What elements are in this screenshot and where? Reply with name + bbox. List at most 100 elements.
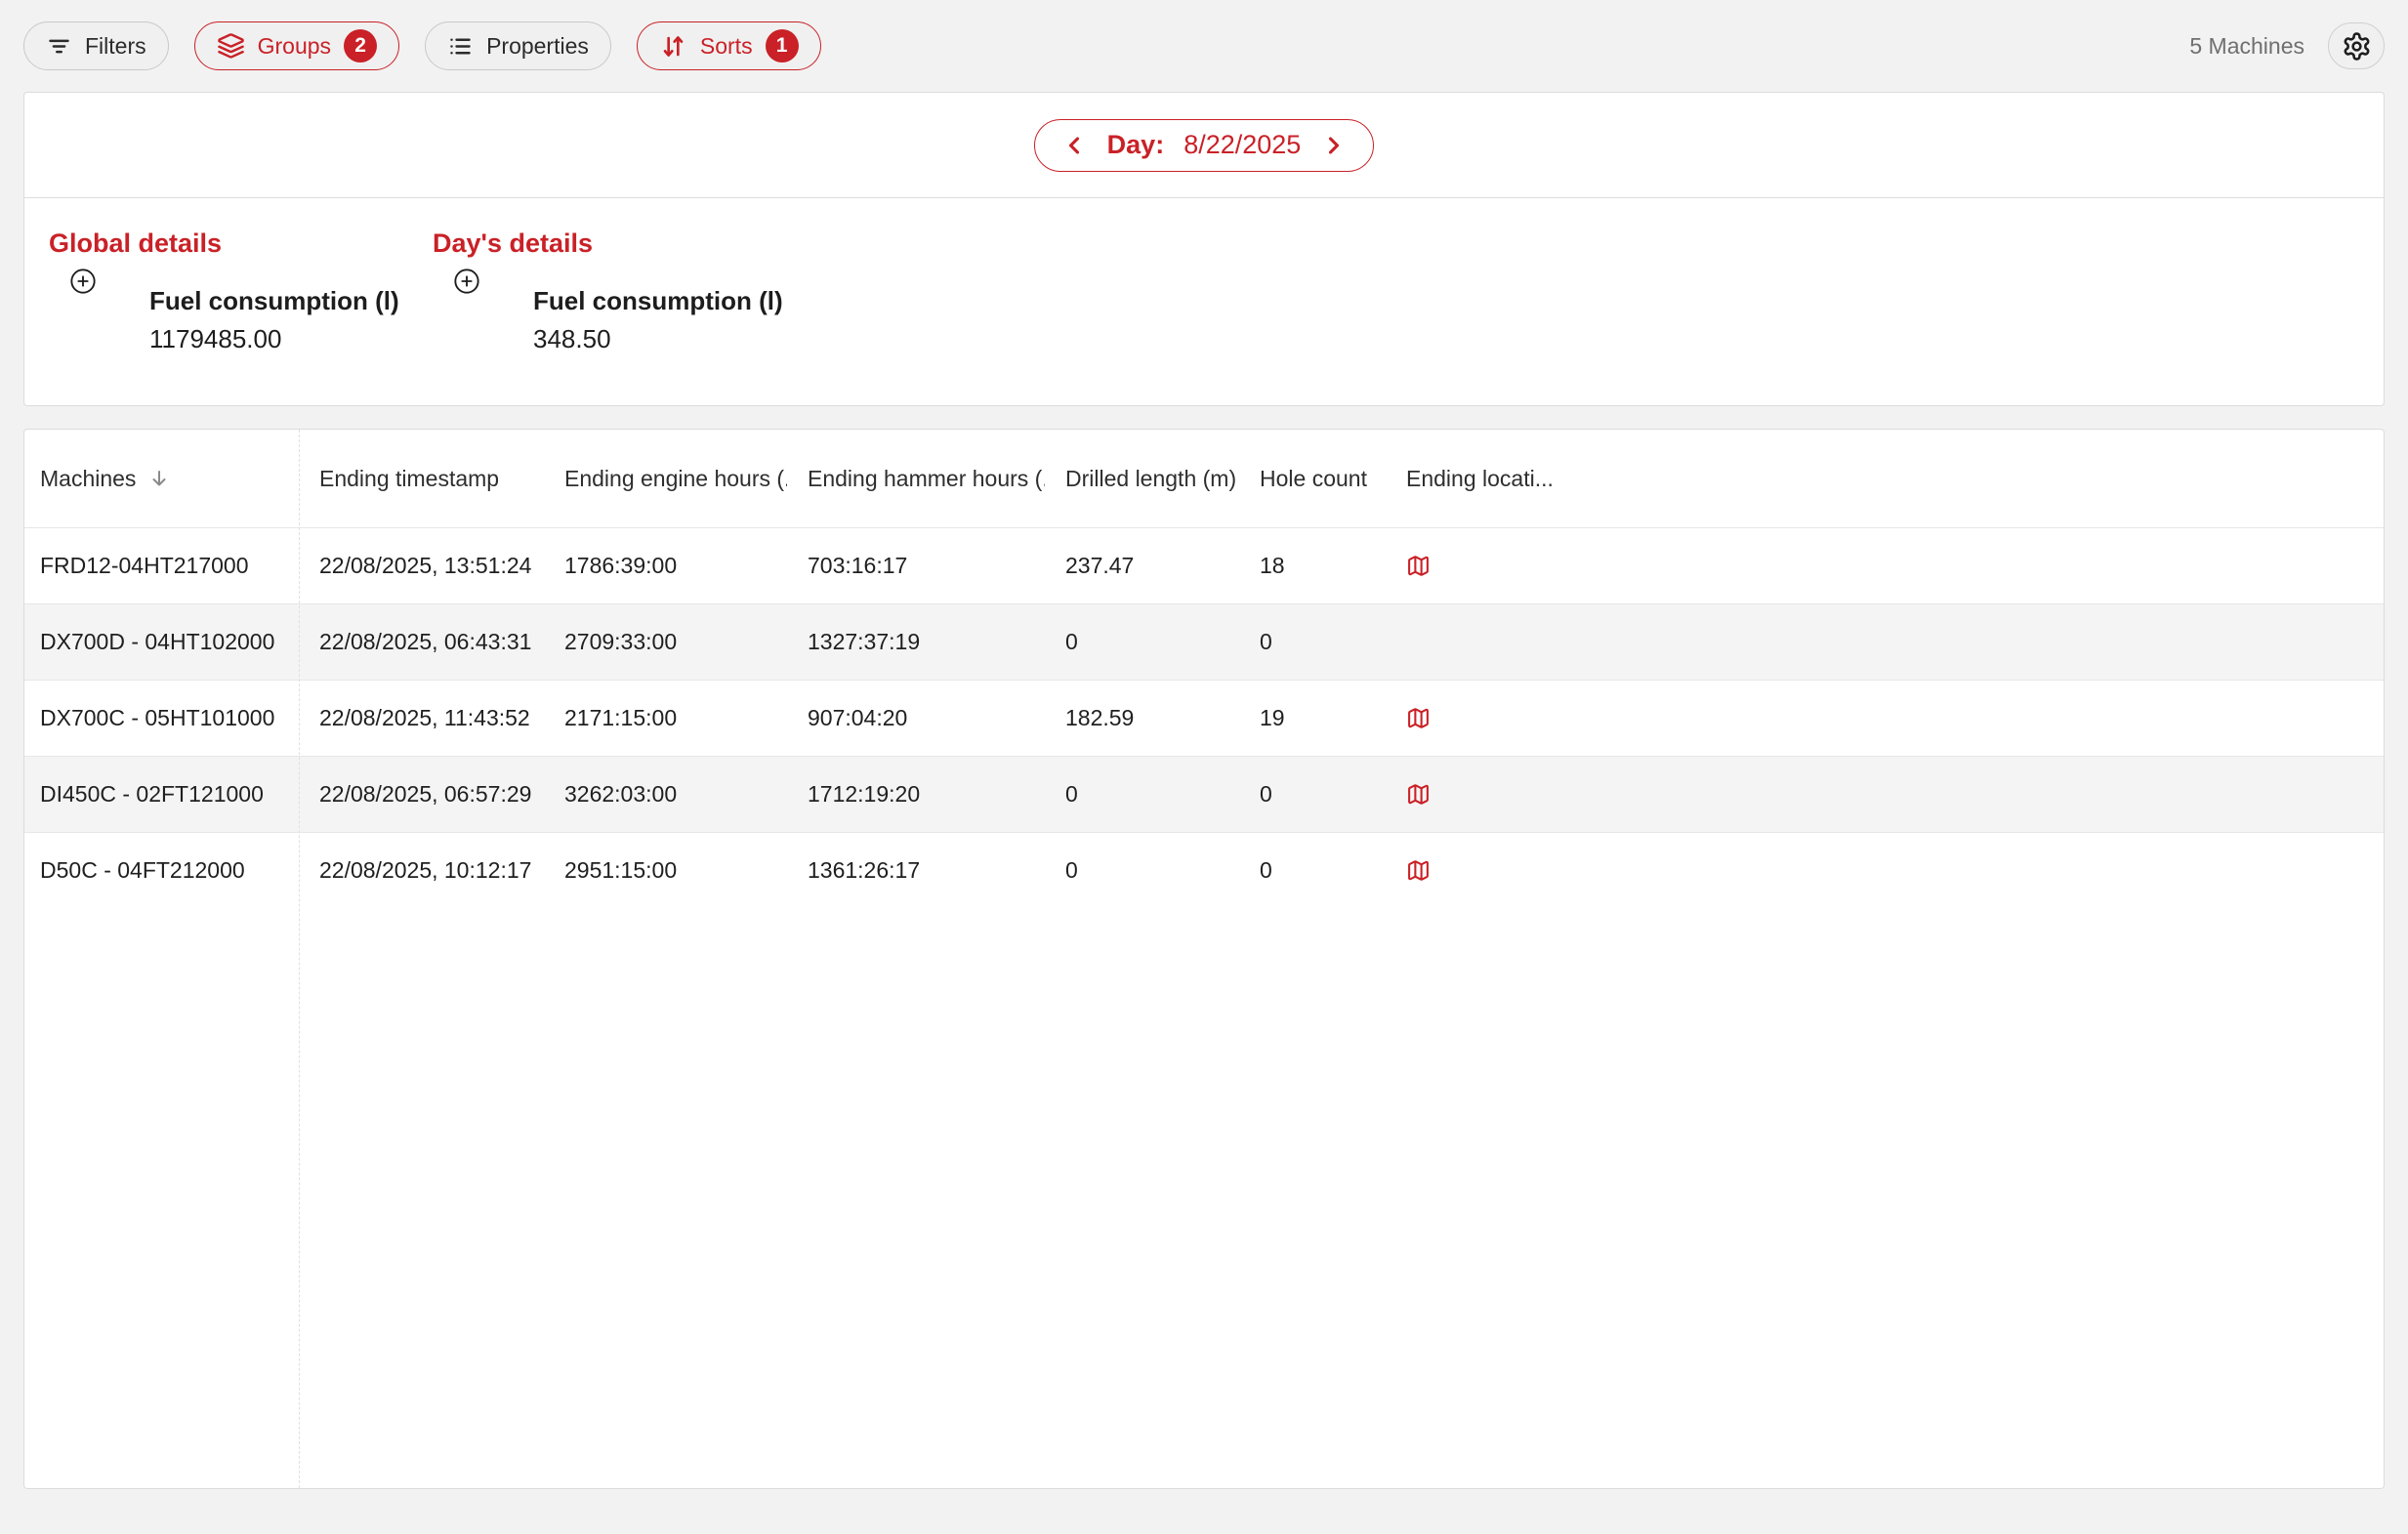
day-label: Day: bbox=[1107, 130, 1165, 160]
table-row: DX700D - 04HT102000 22/08/2025, 06:43:31… bbox=[24, 603, 2384, 680]
global-details-title: Global details bbox=[49, 228, 433, 259]
chevron-left-icon bbox=[1060, 132, 1088, 159]
column-divider bbox=[299, 430, 300, 1488]
global-fuel-metric: Fuel consumption (l) 1179485.00 bbox=[149, 286, 399, 353]
ending-timestamp-cell: 22/08/2025, 06:57:29 bbox=[299, 781, 544, 808]
groups-button[interactable]: Groups 2 bbox=[194, 21, 399, 70]
column-header-engine-hours[interactable]: Ending engine hours (... bbox=[544, 466, 787, 492]
map-icon bbox=[1406, 554, 1431, 578]
drilled-length-cell: 0 bbox=[1045, 857, 1239, 884]
global-fuel-value: 1179485.00 bbox=[149, 324, 399, 353]
engine-hours-cell: 1786:39:00 bbox=[544, 553, 787, 579]
location-map-button[interactable] bbox=[1406, 782, 1431, 807]
circle-plus-icon bbox=[453, 268, 480, 295]
settings-button[interactable] bbox=[2328, 22, 2385, 69]
sort-descending-icon bbox=[147, 467, 171, 490]
table-header-row: Machines Ending timestamp Ending engine … bbox=[24, 430, 2384, 527]
properties-label: Properties bbox=[486, 33, 589, 60]
table-row: FRD12-04HT217000 22/08/2025, 13:51:24 17… bbox=[24, 527, 2384, 603]
engine-hours-cell: 2171:15:00 bbox=[544, 705, 787, 731]
machine-count-label: 5 Machines bbox=[2189, 33, 2304, 60]
machine-name-cell: FRD12-04HT217000 bbox=[24, 553, 299, 579]
column-header-machines[interactable]: Machines bbox=[24, 466, 299, 492]
day-details-expand-button[interactable] bbox=[453, 268, 480, 295]
table-body: FRD12-04HT217000 22/08/2025, 13:51:24 17… bbox=[24, 527, 2384, 908]
location-map-button[interactable] bbox=[1406, 706, 1431, 730]
sort-arrows-icon bbox=[659, 32, 687, 61]
column-header-drilled-length[interactable]: Drilled length (m) bbox=[1045, 466, 1239, 492]
map-icon bbox=[1406, 782, 1431, 807]
day-date-value: 8/22/2025 bbox=[1183, 130, 1301, 160]
hammer-hours-cell: 907:04:20 bbox=[787, 705, 1045, 731]
next-day-button[interactable] bbox=[1320, 132, 1348, 159]
table-row: D50C - 04FT212000 22/08/2025, 10:12:17 2… bbox=[24, 832, 2384, 908]
hole-count-cell: 18 bbox=[1239, 553, 1386, 579]
previous-day-button[interactable] bbox=[1060, 132, 1088, 159]
toolbar-right: 5 Machines bbox=[2189, 22, 2385, 69]
filters-label: Filters bbox=[85, 33, 146, 60]
column-header-hammer-hours[interactable]: Ending hammer hours (... bbox=[787, 466, 1045, 492]
hole-count-cell: 19 bbox=[1239, 705, 1386, 731]
ending-location-cell bbox=[1386, 630, 2384, 654]
map-icon bbox=[1406, 858, 1431, 883]
global-details-group: Global details Fuel consumption (l) 1179… bbox=[49, 228, 433, 353]
day-selector[interactable]: Day: 8/22/2025 bbox=[1034, 119, 1375, 172]
table-row: DI450C - 02FT121000 22/08/2025, 06:57:29… bbox=[24, 756, 2384, 832]
column-header-ending-location[interactable]: Ending locati... bbox=[1386, 466, 2384, 492]
machine-name-cell: DI450C - 02FT121000 bbox=[24, 781, 299, 808]
summary-panel: Day: 8/22/2025 Global details Fuel consu… bbox=[23, 92, 2385, 406]
global-fuel-label: Fuel consumption (l) bbox=[149, 286, 399, 315]
engine-hours-cell: 2709:33:00 bbox=[544, 629, 787, 655]
chevron-right-icon bbox=[1320, 132, 1348, 159]
ending-location-cell bbox=[1386, 782, 2384, 807]
drilled-length-cell: 0 bbox=[1045, 781, 1239, 808]
engine-hours-cell: 3262:03:00 bbox=[544, 781, 787, 808]
gear-icon bbox=[2342, 31, 2372, 62]
map-icon bbox=[1406, 706, 1431, 730]
column-header-hole-count[interactable]: Hole count bbox=[1239, 466, 1386, 492]
sorts-count-badge: 1 bbox=[766, 29, 799, 62]
engine-hours-cell: 2951:15:00 bbox=[544, 857, 787, 884]
groups-count-badge: 2 bbox=[344, 29, 377, 62]
ending-timestamp-cell: 22/08/2025, 10:12:17 bbox=[299, 857, 544, 884]
hole-count-cell: 0 bbox=[1239, 781, 1386, 808]
layers-icon bbox=[217, 32, 245, 61]
day-fuel-value: 348.50 bbox=[533, 324, 783, 353]
machines-table: Machines Ending timestamp Ending engine … bbox=[23, 429, 2385, 1489]
ending-location-cell bbox=[1386, 858, 2384, 883]
location-map-button[interactable] bbox=[1406, 554, 1431, 578]
hammer-hours-cell: 1712:19:20 bbox=[787, 781, 1045, 808]
circle-plus-icon bbox=[69, 268, 97, 295]
ending-location-cell bbox=[1386, 706, 2384, 730]
drilled-length-cell: 237.47 bbox=[1045, 553, 1239, 579]
ending-timestamp-cell: 22/08/2025, 11:43:52 bbox=[299, 705, 544, 731]
properties-button[interactable]: Properties bbox=[425, 21, 611, 70]
ending-timestamp-cell: 22/08/2025, 13:51:24 bbox=[299, 553, 544, 579]
table-row: DX700C - 05HT101000 22/08/2025, 11:43:52… bbox=[24, 680, 2384, 756]
ending-timestamp-cell: 22/08/2025, 06:43:31 bbox=[299, 629, 544, 655]
ending-location-cell bbox=[1386, 554, 2384, 578]
day-details-group: Day's details Fuel consumption (l) 348.5… bbox=[433, 228, 816, 353]
hammer-hours-cell: 1327:37:19 bbox=[787, 629, 1045, 655]
list-icon bbox=[447, 33, 474, 60]
toolbar: Filters Groups 2 Properties bbox=[23, 21, 2385, 70]
hole-count-cell: 0 bbox=[1239, 629, 1386, 655]
day-fuel-metric: Fuel consumption (l) 348.50 bbox=[533, 286, 783, 353]
location-map-button[interactable] bbox=[1406, 858, 1431, 883]
drilled-length-cell: 0 bbox=[1045, 629, 1239, 655]
day-navigation: Day: 8/22/2025 bbox=[24, 93, 2384, 198]
filter-button-group: Filters Groups 2 Properties bbox=[23, 21, 821, 70]
machine-name-cell: DX700C - 05HT101000 bbox=[24, 705, 299, 731]
filters-button[interactable]: Filters bbox=[23, 21, 169, 70]
details-section: Global details Fuel consumption (l) 1179… bbox=[24, 198, 2384, 353]
filter-icon bbox=[46, 33, 72, 60]
day-fuel-label: Fuel consumption (l) bbox=[533, 286, 783, 315]
machine-name-cell: DX700D - 04HT102000 bbox=[24, 629, 299, 655]
sorts-button[interactable]: Sorts 1 bbox=[637, 21, 821, 70]
hammer-hours-cell: 703:16:17 bbox=[787, 553, 1045, 579]
column-header-ending-timestamp[interactable]: Ending timestamp bbox=[299, 466, 544, 492]
machine-name-cell: D50C - 04FT212000 bbox=[24, 857, 299, 884]
hammer-hours-cell: 1361:26:17 bbox=[787, 857, 1045, 884]
groups-label: Groups bbox=[258, 33, 331, 60]
global-details-expand-button[interactable] bbox=[69, 268, 97, 295]
